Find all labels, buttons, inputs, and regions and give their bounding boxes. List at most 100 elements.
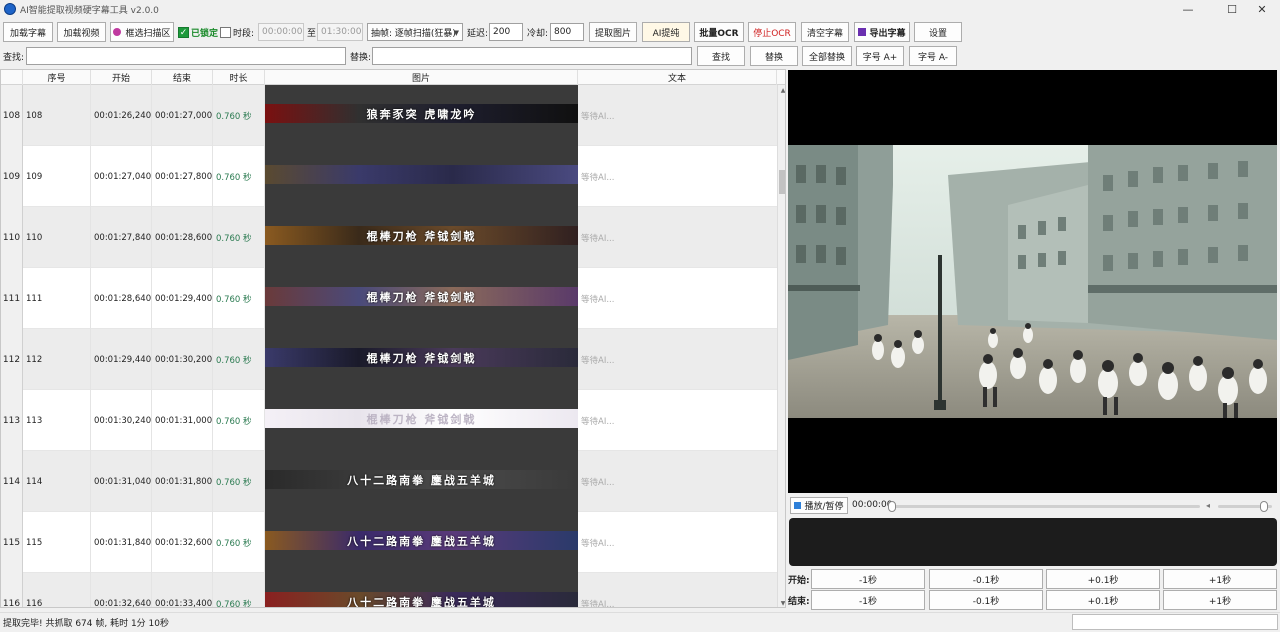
replace-button[interactable]: 替换 (750, 46, 798, 66)
seek-handle[interactable] (888, 501, 896, 512)
cell-duration[interactable]: 0.760 秒 (213, 207, 265, 268)
row-header[interactable]: 110 (1, 207, 23, 268)
cell-end[interactable]: 00:01:31,000 (152, 390, 213, 451)
column-header-image[interactable]: 图片 (265, 70, 578, 85)
cell-image[interactable]: 狼奔豕突 虎啸龙吟 (265, 85, 578, 146)
cell-start[interactable]: 00:01:26,240 (91, 85, 152, 146)
load-video-button[interactable]: 加载视频 (57, 22, 106, 42)
cell-index[interactable]: 111 (23, 268, 91, 329)
cell-start[interactable]: 00:01:29,440 (91, 329, 152, 390)
cell-image[interactable]: 八十二路南拳 鏖战五羊城 (265, 573, 578, 607)
cell-end[interactable]: 00:01:27,000 (152, 85, 213, 146)
column-header-end[interactable]: 结束 (152, 70, 213, 85)
end-time-input[interactable]: 01:30:00 (317, 23, 363, 41)
table-row[interactable]: 114 114 00:01:31,040 00:01:31,800 0.760 秒八十二… (1, 451, 777, 512)
row-header[interactable]: 109 (1, 146, 23, 207)
stop-ocr-button[interactable]: 停止OCR (748, 22, 796, 42)
cell-end[interactable]: 00:01:32,600 (152, 512, 213, 573)
cell-start[interactable]: 00:01:32,640 (91, 573, 152, 607)
batch-ocr-button[interactable]: 批量OCR (694, 22, 744, 42)
table-row[interactable]: 115 115 00:01:31,840 00:01:32,600 0.760 秒八十二… (1, 512, 777, 573)
cell-image[interactable] (265, 146, 578, 207)
cell-start[interactable]: 00:01:31,040 (91, 451, 152, 512)
cell-image[interactable]: 八十二路南拳 鏖战五羊城 (265, 451, 578, 512)
cell-image[interactable]: 八十二路南拳 鏖战五羊城 (265, 512, 578, 573)
delay-input[interactable]: 200 (489, 23, 523, 41)
cell-duration[interactable]: 0.760 秒 (213, 512, 265, 573)
speaker-icon[interactable]: ◂ (1206, 501, 1210, 510)
load-subtitle-button[interactable]: 加载字幕 (3, 22, 53, 42)
cell-start[interactable]: 00:01:27,840 (91, 207, 152, 268)
scroll-down-icon[interactable]: ▼ (778, 598, 785, 607)
replace-all-button[interactable]: 全部替换 (802, 46, 852, 66)
cell-end[interactable]: 00:01:29,400 (152, 268, 213, 329)
cell-text[interactable]: 等待AI... (578, 451, 777, 512)
cell-end[interactable]: 00:01:31,800 (152, 451, 213, 512)
cell-index[interactable]: 108 (23, 85, 91, 146)
cell-text[interactable]: 等待AI... (578, 390, 777, 451)
row-header[interactable]: 111 (1, 268, 23, 329)
start-minus-1s-button[interactable]: -1秒 (811, 569, 925, 589)
end-minus-0-1s-button[interactable]: -0.1秒 (929, 590, 1043, 610)
cell-index[interactable]: 116 (23, 573, 91, 607)
table-row[interactable]: 112 112 00:01:29,440 00:01:30,200 0.760 秒棍棒刀… (1, 329, 777, 390)
settings-button[interactable]: 设置 (914, 22, 962, 42)
cell-duration[interactable]: 0.760 秒 (213, 573, 265, 607)
clear-subtitles-button[interactable]: 清空字幕 (801, 22, 849, 42)
play-pause-button[interactable]: 播放/暂停 (790, 497, 848, 514)
cell-start[interactable]: 00:01:30,240 (91, 390, 152, 451)
cell-index[interactable]: 110 (23, 207, 91, 268)
period-checkbox[interactable] (220, 27, 231, 38)
export-subtitles-button[interactable]: 导出字幕 (854, 22, 910, 42)
row-header[interactable]: 112 (1, 329, 23, 390)
table-row[interactable]: 111 111 00:01:28,640 00:01:29,400 0.760 秒棍棒刀… (1, 268, 777, 329)
seek-slider[interactable] (888, 501, 1200, 512)
minimize-button[interactable]: — (1170, 0, 1206, 18)
find-input[interactable] (26, 47, 346, 65)
table-scrollbar[interactable]: ▲ ▼ (777, 85, 785, 607)
cell-text[interactable]: 等待AI... (578, 207, 777, 268)
cell-duration[interactable]: 0.760 秒 (213, 390, 265, 451)
replace-input[interactable] (372, 47, 692, 65)
cell-text[interactable]: 等待AI... (578, 146, 777, 207)
row-header[interactable]: 116 (1, 573, 23, 607)
table-row[interactable]: 116 116 00:01:32,640 00:01:33,400 0.760 秒八十二… (1, 573, 777, 608)
start-time-input[interactable]: 00:00:00 (258, 23, 304, 41)
cell-duration[interactable]: 0.760 秒 (213, 146, 265, 207)
cell-text[interactable]: 等待AI... (578, 85, 777, 146)
cell-text[interactable]: 等待AI... (578, 512, 777, 573)
cell-image[interactable]: 棍棒刀枪 斧钺剑戟 (265, 390, 578, 451)
cell-text[interactable]: 等待AI... (578, 573, 777, 608)
cell-text[interactable]: 等待AI... (578, 329, 777, 390)
end-minus-1s-button[interactable]: -1秒 (811, 590, 925, 610)
close-button[interactable]: ✕ (1244, 0, 1280, 18)
cell-end[interactable]: 00:01:30,200 (152, 329, 213, 390)
frame-mode-select[interactable]: 抽帧: 逐帧扫描(狂暴) ▼ (367, 23, 463, 41)
row-header[interactable]: 115 (1, 512, 23, 573)
cell-index[interactable]: 113 (23, 390, 91, 451)
row-header[interactable]: 114 (1, 451, 23, 512)
table-row[interactable]: 108 108 00:01:26,240 00:01:27,000 0.760 秒狼奔豕… (1, 85, 777, 146)
row-header[interactable]: 113 (1, 390, 23, 451)
cell-image[interactable]: 棍棒刀枪 斧钺剑戟 (265, 329, 578, 390)
cell-image[interactable]: 棍棒刀枪 斧钺剑戟 (265, 268, 578, 329)
cell-index[interactable]: 114 (23, 451, 91, 512)
scrollbar-thumb[interactable] (779, 170, 785, 194)
cell-duration[interactable]: 0.760 秒 (213, 451, 265, 512)
start-plus-1s-button[interactable]: +1秒 (1163, 569, 1277, 589)
cell-duration[interactable]: 0.760 秒 (213, 268, 265, 329)
cell-index[interactable]: 112 (23, 329, 91, 390)
find-button[interactable]: 查找 (697, 46, 745, 66)
start-plus-0-1s-button[interactable]: +0.1秒 (1046, 569, 1160, 589)
cell-text[interactable]: 等待AI... (578, 268, 777, 329)
cell-end[interactable]: 00:01:27,800 (152, 146, 213, 207)
column-header-index[interactable]: 序号 (23, 70, 91, 85)
cell-end[interactable]: 00:01:28,600 (152, 207, 213, 268)
cell-start[interactable]: 00:01:31,840 (91, 512, 152, 573)
cell-duration[interactable]: 0.760 秒 (213, 85, 265, 146)
cell-image[interactable]: 棍棒刀枪 斧钺剑戟 (265, 207, 578, 268)
scroll-up-icon[interactable]: ▲ (778, 85, 785, 95)
cooldown-input[interactable]: 800 (550, 23, 584, 41)
end-plus-0-1s-button[interactable]: +0.1秒 (1046, 590, 1160, 610)
extract-images-button[interactable]: 提取图片 (589, 22, 637, 42)
